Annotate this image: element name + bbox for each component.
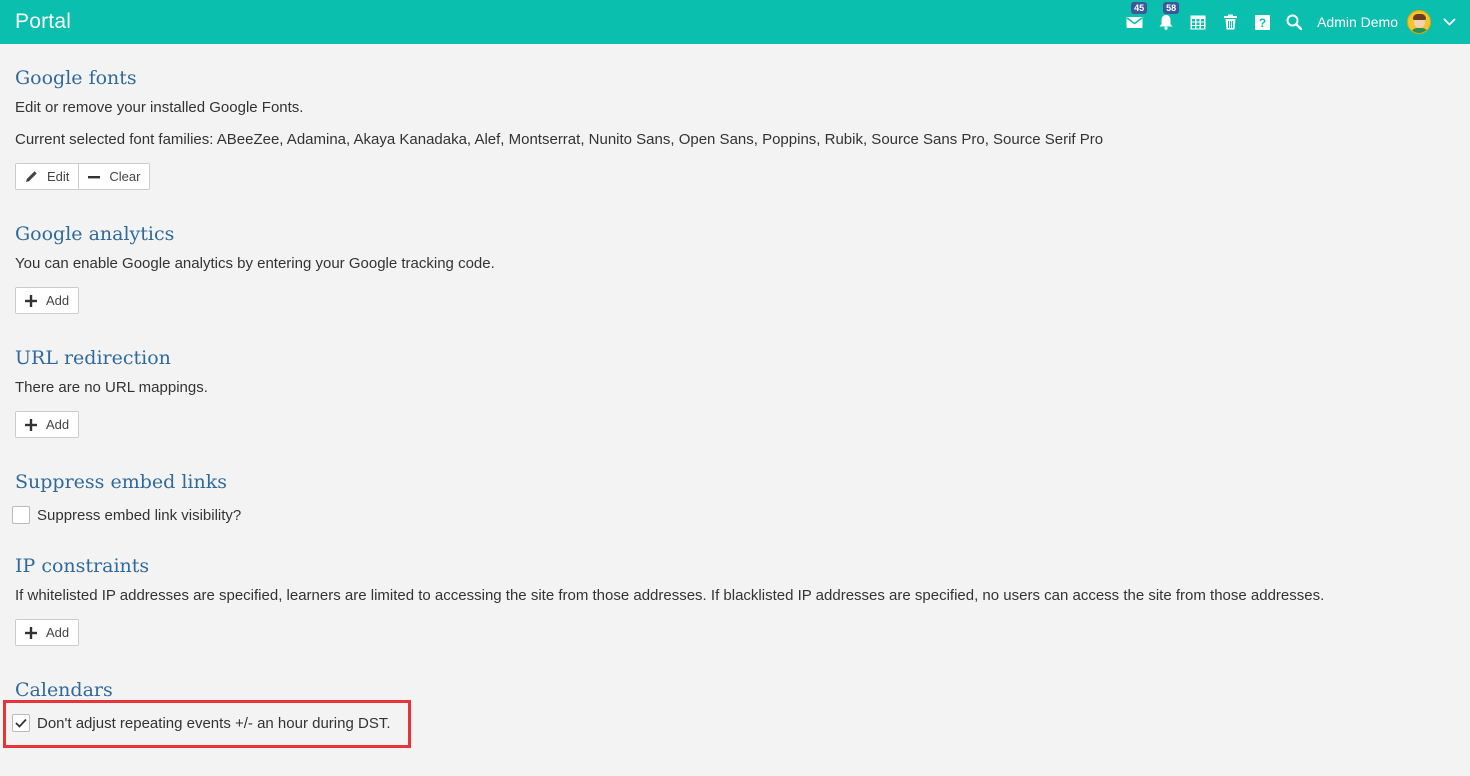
redirection-button-group: Add (15, 411, 80, 438)
section-ip-constraints: IP constraints If whitelisted IP address… (15, 554, 1324, 646)
clear-label: Clear (109, 169, 141, 184)
user-menu[interactable]: Admin Demo (1317, 10, 1431, 34)
analytics-button-group: Add (15, 287, 80, 314)
section-description: You can enable Google analytics by enter… (15, 255, 495, 272)
plus-icon (25, 294, 37, 307)
section-google-fonts: Google fonts Edit or remove your install… (15, 66, 1103, 190)
minus-icon (88, 171, 101, 183)
help-icon: ? (1254, 14, 1270, 30)
section-title: URL redirection (15, 347, 171, 369)
suppress-embed-checkbox[interactable] (12, 506, 30, 524)
suppress-embed-label: Suppress embed link visibility? (37, 506, 242, 524)
add-label: Add (46, 625, 70, 640)
app-title[interactable]: Portal (15, 10, 71, 34)
fonts-button-group: Edit Clear (15, 163, 151, 190)
section-calendars: Calendars Don't adjust repeating events … (3, 678, 411, 748)
notifications-badge: 58 (1163, 2, 1180, 14)
highlight-box (3, 700, 411, 748)
trash-icon (1223, 14, 1237, 30)
calendar-button[interactable] (1187, 11, 1209, 33)
section-url-redirection: URL redirection There are no URL mapping… (15, 346, 208, 438)
section-title: Google analytics (15, 223, 175, 245)
avatar (1407, 10, 1431, 34)
topbar-actions: 45 58 ? Admin Demo (1113, 2, 1456, 34)
plus-icon (25, 418, 37, 431)
messages-button[interactable]: 45 (1123, 2, 1148, 33)
add-label: Add (46, 293, 70, 308)
section-suppress-embed-links: Suppress embed links Suppress embed link… (12, 470, 241, 524)
section-description: Edit or remove your installed Google Fon… (15, 99, 304, 116)
search-icon (1286, 14, 1303, 30)
user-name: Admin Demo (1317, 14, 1398, 30)
svg-text:?: ? (1258, 16, 1265, 30)
calendar-icon (1190, 15, 1206, 30)
notifications-button[interactable]: 58 (1155, 2, 1180, 33)
pencil-icon (25, 170, 38, 183)
edit-label: Edit (47, 169, 70, 184)
ip-button-group: Add (15, 619, 80, 646)
section-title: Calendars (15, 679, 113, 701)
chevron-down-icon (1443, 18, 1456, 26)
section-title: IP constraints (15, 555, 150, 577)
section-description: If whitelisted IP addresses are specifie… (15, 587, 1325, 604)
messages-badge: 45 (1131, 2, 1148, 14)
section-google-analytics: Google analytics You can enable Google a… (15, 222, 495, 314)
edit-fonts-button[interactable]: Edit (16, 164, 79, 189)
section-title: Suppress embed links (15, 471, 227, 493)
add-ip-constraint-button[interactable]: Add (16, 620, 79, 645)
help-button[interactable]: ? (1251, 11, 1273, 33)
plus-icon (25, 626, 37, 639)
section-title: Google fonts (15, 67, 137, 89)
search-button[interactable] (1283, 11, 1305, 33)
dst-adjust-row: Don't adjust repeating events +/- an hou… (3, 700, 411, 748)
top-bar: Portal 45 58 ? Admin Demo (0, 0, 1470, 44)
current-fonts-text: Current selected font families: ABeeZee,… (15, 131, 1104, 148)
trash-button[interactable] (1219, 11, 1241, 33)
add-url-mapping-button[interactable]: Add (16, 412, 79, 437)
user-menu-toggle[interactable] (1443, 13, 1456, 31)
suppress-embed-row: Suppress embed link visibility? (12, 506, 241, 524)
clear-fonts-button[interactable]: Clear (78, 164, 150, 189)
bell-icon (1159, 15, 1173, 30)
section-description: There are no URL mappings. (15, 379, 208, 396)
add-analytics-button[interactable]: Add (16, 288, 79, 313)
envelope-icon (1126, 17, 1143, 28)
add-label: Add (46, 417, 70, 432)
